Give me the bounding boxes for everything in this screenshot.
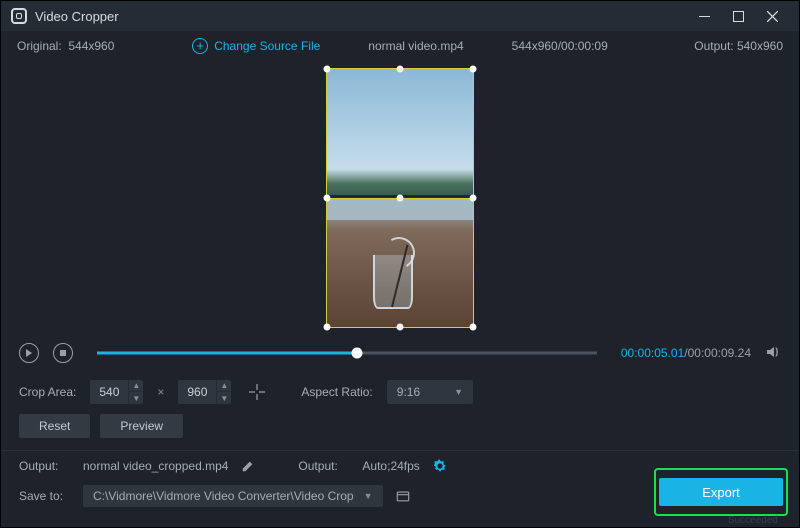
export-button[interactable]: Export (659, 478, 783, 506)
source-filename: normal video.mp4 (368, 39, 463, 53)
save-path-value: C:\Vidmore\Vidmore Video Converter\Video… (93, 489, 354, 503)
export-highlight: Export (654, 468, 788, 516)
crop-width-field[interactable] (90, 385, 128, 399)
crop-frame[interactable] (326, 68, 474, 328)
reset-button[interactable]: Reset (19, 414, 90, 438)
output-format-value: Auto;24fps (362, 459, 419, 473)
width-step-up[interactable]: ▲ (129, 380, 143, 392)
height-step-down[interactable]: ▼ (217, 392, 231, 404)
chevron-down-icon: ▼ (364, 491, 373, 501)
info-strip: Original: 544x960 + Change Source File n… (1, 31, 799, 61)
crop-controls: Crop Area: ▲▼ × ▲▼ Aspect Ratio: 9:16 ▼ (1, 372, 799, 412)
status-succeeded: Succeeded (728, 515, 778, 526)
maximize-button[interactable] (721, 1, 755, 31)
open-folder-button[interactable] (395, 488, 411, 504)
height-step-up[interactable]: ▲ (217, 380, 231, 392)
play-button[interactable] (19, 343, 39, 363)
source-info: 544x960/00:00:09 (512, 39, 608, 53)
aspect-ratio-select[interactable]: 9:16 ▼ (387, 380, 473, 404)
crop-handle-w[interactable] (324, 194, 331, 201)
video-thumbnail-top (327, 69, 473, 198)
crop-handle-ne[interactable] (470, 65, 477, 72)
crop-height-field[interactable] (178, 385, 216, 399)
seek-knob[interactable] (351, 348, 362, 359)
output-dimensions: Output: 540x960 (694, 39, 783, 53)
aspect-ratio-value: 9:16 (397, 385, 420, 399)
save-path-select[interactable]: C:\Vidmore\Vidmore Video Converter\Video… (83, 485, 383, 507)
crop-handle-nw[interactable] (324, 65, 331, 72)
close-button[interactable] (755, 1, 789, 31)
app-logo-icon (11, 8, 27, 24)
crop-handle-se[interactable] (470, 323, 477, 330)
plus-circle-icon: + (192, 38, 208, 54)
stop-button[interactable] (53, 343, 73, 363)
crop-area-label: Crop Area: (19, 385, 76, 399)
preview-button[interactable]: Preview (100, 414, 183, 438)
video-thumbnail-bottom (327, 198, 473, 327)
rename-button[interactable] (240, 458, 256, 474)
timeline: 00:00:05.01/00:00:09.24 (1, 334, 799, 372)
time-display: 00:00:05.01/00:00:09.24 (621, 346, 751, 360)
original-label: Original: 544x960 (17, 39, 114, 53)
crop-handle-sw[interactable] (324, 323, 331, 330)
output-file-label: Output: (19, 459, 71, 473)
seek-slider[interactable] (97, 344, 597, 362)
crop-handle-center[interactable] (397, 194, 404, 201)
change-source-button[interactable]: + Change Source File (192, 38, 320, 54)
aspect-ratio-label: Aspect Ratio: (301, 385, 372, 399)
output-format-label: Output: (298, 459, 350, 473)
crop-height-input[interactable]: ▲▼ (178, 380, 231, 404)
crop-handle-e[interactable] (470, 194, 477, 201)
title-bar: Video Cropper (1, 1, 799, 31)
minimize-button[interactable] (687, 1, 721, 31)
multiply-icon: × (157, 385, 164, 399)
crop-width-input[interactable]: ▲▼ (90, 380, 143, 404)
center-crop-button[interactable] (245, 380, 269, 404)
action-row: Reset Preview (1, 412, 799, 450)
crop-handle-n[interactable] (397, 65, 404, 72)
width-step-down[interactable]: ▼ (129, 392, 143, 404)
preview-area (1, 61, 799, 334)
output-settings-button[interactable] (432, 458, 448, 474)
app-title: Video Cropper (35, 9, 119, 24)
volume-button[interactable] (765, 344, 781, 363)
chevron-down-icon: ▼ (454, 387, 463, 397)
save-to-label: Save to: (19, 489, 71, 503)
crop-handle-s[interactable] (397, 323, 404, 330)
output-filename: normal video_cropped.mp4 (83, 459, 228, 473)
change-source-label: Change Source File (214, 39, 320, 53)
